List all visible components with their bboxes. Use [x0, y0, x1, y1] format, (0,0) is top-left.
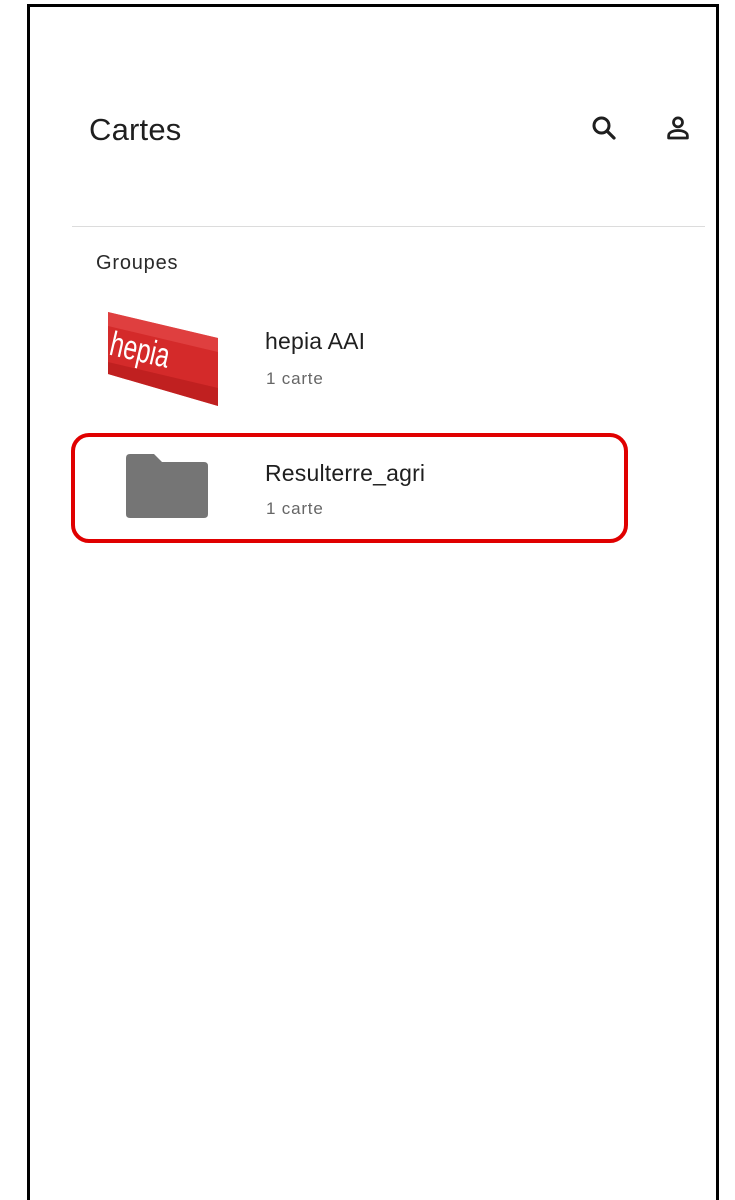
- folder-icon: [124, 452, 210, 520]
- page-title: Cartes: [89, 112, 182, 147]
- group-item-hepia-aai[interactable]: hepia hepia AAI 1 carte: [72, 304, 632, 408]
- account-button[interactable]: [656, 106, 700, 150]
- group-map-count: 1 carte: [266, 369, 324, 388]
- app-frame: [27, 4, 719, 1200]
- group-name: hepia AAI: [265, 328, 366, 354]
- account-icon: [667, 116, 689, 140]
- search-icon: [592, 116, 616, 140]
- hepia-logo: hepia: [108, 304, 218, 406]
- group-name: Resulterre_agri: [265, 460, 426, 486]
- group-map-count: 1 carte: [266, 499, 324, 518]
- group-item-resulterre-agri[interactable]: Resulterre_agri 1 carte: [72, 434, 632, 538]
- groups-section-label: Groupes: [96, 252, 179, 274]
- header-divider: [72, 226, 705, 227]
- search-button[interactable]: [582, 106, 626, 150]
